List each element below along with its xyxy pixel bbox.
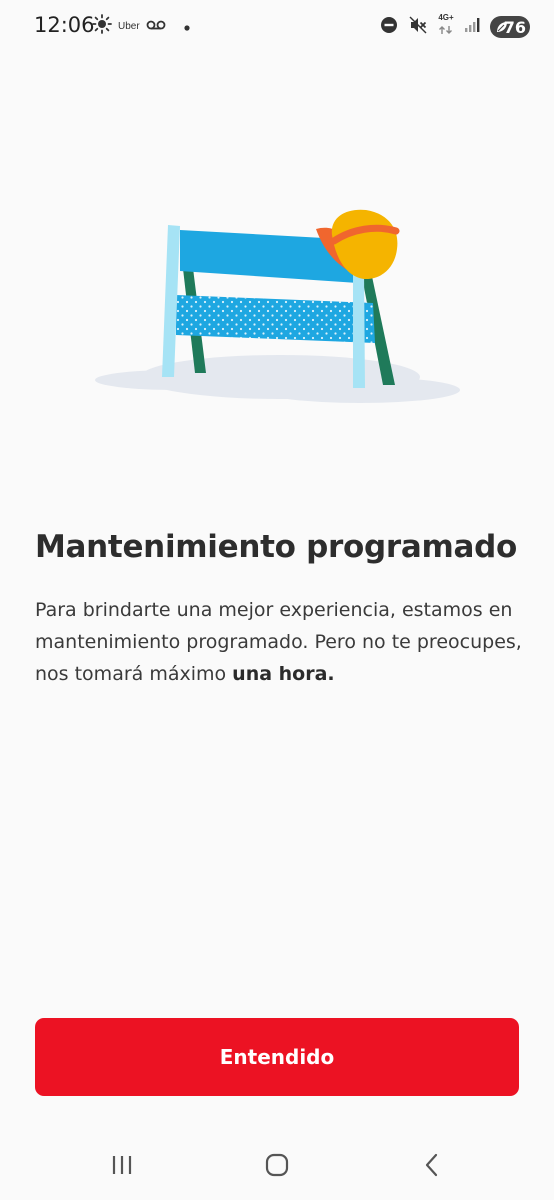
battery-icon: 76 bbox=[490, 16, 530, 38]
do-not-disturb-icon bbox=[380, 16, 398, 39]
back-icon bbox=[425, 1153, 438, 1177]
mute-icon bbox=[408, 15, 428, 40]
ground-shadow bbox=[95, 355, 460, 403]
home-icon bbox=[265, 1153, 289, 1177]
status-bar: 12:06 Uber 4G+ 76 bbox=[0, 0, 554, 52]
maintenance-description: Para brindarte una mejor experiencia, es… bbox=[35, 594, 525, 690]
barrier-bottom-board bbox=[176, 295, 375, 343]
brightness-icon bbox=[92, 14, 112, 39]
network-indicator: 4G+ bbox=[438, 14, 454, 40]
status-time: 12:06 bbox=[34, 13, 95, 37]
understood-button[interactable]: Entendido bbox=[35, 1018, 519, 1096]
data-arrows-icon bbox=[439, 26, 452, 34]
status-left-icons: Uber bbox=[92, 14, 190, 39]
signal-icon bbox=[464, 17, 480, 38]
navigation-bar bbox=[0, 1130, 554, 1200]
network-label: 4G+ bbox=[438, 13, 454, 22]
page-title: Mantenimiento programado bbox=[35, 529, 517, 565]
description-emphasis: una hora. bbox=[232, 663, 335, 685]
recent-apps-button[interactable] bbox=[102, 1150, 142, 1180]
dot-icon bbox=[184, 18, 190, 36]
maintenance-barrier-illustration bbox=[95, 209, 460, 403]
recent-apps-icon bbox=[112, 1156, 132, 1174]
voicemail-icon bbox=[146, 18, 166, 36]
battery-saver-leaf-icon bbox=[497, 22, 507, 32]
back-button[interactable] bbox=[412, 1150, 452, 1180]
home-button[interactable] bbox=[257, 1150, 297, 1180]
status-right-icons: 4G+ 76 bbox=[380, 14, 530, 40]
uber-notification-label: Uber bbox=[118, 21, 140, 32]
